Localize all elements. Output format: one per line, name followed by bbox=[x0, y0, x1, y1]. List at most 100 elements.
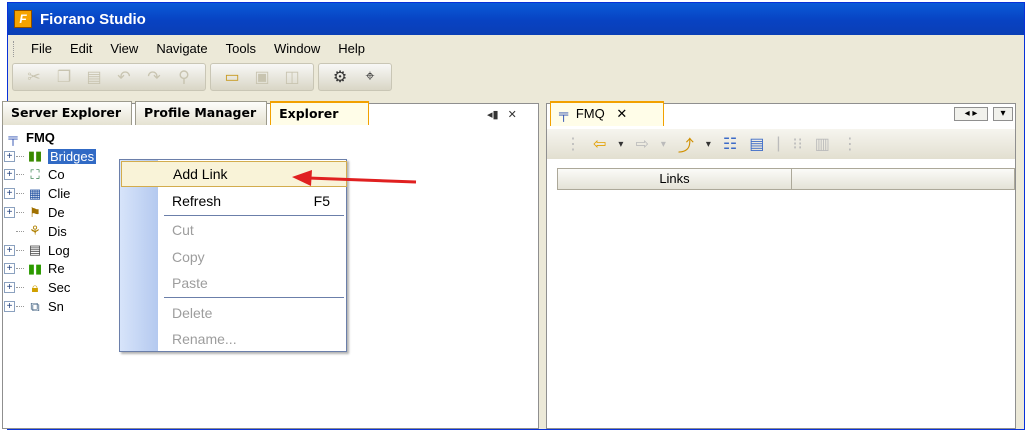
separator-icon: | bbox=[776, 135, 781, 152]
tree-item[interactable]: + 🔒︎ Sec bbox=[4, 278, 96, 297]
menu-window[interactable]: Window bbox=[265, 41, 329, 56]
repository-icon: ▮▮ bbox=[27, 260, 43, 276]
tree-item[interactable]: + ⚑ De bbox=[4, 203, 96, 222]
client-icon: ▦ bbox=[28, 185, 42, 201]
tree-item-label: Sec bbox=[48, 280, 71, 296]
up-dropdown-icon[interactable]: ▾ bbox=[706, 139, 711, 150]
tree-item-label: Bridges bbox=[48, 148, 97, 164]
tab-explorer[interactable]: Explorer bbox=[270, 101, 370, 125]
toolbar-grip-icon: ⋮ bbox=[565, 136, 581, 153]
find-icon[interactable]: ⚲ bbox=[173, 66, 195, 88]
log-icon: ▤ bbox=[28, 242, 42, 258]
inspect-icon[interactable]: ⌖ bbox=[359, 66, 381, 88]
column-header-empty[interactable] bbox=[791, 168, 1015, 190]
menu-bar: File Edit View Navigate Tools Window Hel… bbox=[8, 35, 1024, 62]
security-icon: 🔒︎ bbox=[31, 279, 39, 295]
toolbar-end-grip-icon: ⋮ bbox=[841, 136, 858, 153]
tab-fmq[interactable]: ╤ FMQ ✕ bbox=[550, 101, 664, 126]
dispatcher-icon: ⚘ bbox=[29, 223, 41, 239]
tree-item[interactable]: + ▦ Clie bbox=[4, 184, 96, 203]
expand-icon[interactable]: + bbox=[4, 150, 15, 162]
tree-item[interactable]: + ⛶ Co bbox=[4, 166, 96, 185]
minimize-panel-icon[interactable]: ◂▮ bbox=[487, 109, 499, 121]
menu-item-cut[interactable]: Cut bbox=[158, 217, 346, 243]
editor-toolbar: ⋮ ⇦ ▾ ⇨ ▾ ⤴ ▾ ☷ ▤ | ⁝⁝ ▥ ⋮ bbox=[547, 129, 1015, 159]
expand-icon[interactable]: + bbox=[4, 207, 15, 219]
expand-icon[interactable]: + bbox=[4, 263, 15, 275]
tree-item-label: Re bbox=[48, 261, 65, 277]
menu-item-rename[interactable]: Rename... bbox=[158, 326, 346, 352]
title-bar[interactable]: F Fiorano Studio bbox=[8, 3, 1024, 35]
tree-root[interactable]: ╤ FMQ bbox=[4, 128, 96, 147]
expand-icon[interactable]: + bbox=[4, 301, 15, 313]
menu-view[interactable]: View bbox=[101, 41, 147, 56]
connection-icon: ⛶ bbox=[30, 166, 40, 182]
window-title: Fiorano Studio bbox=[40, 10, 146, 28]
debug-icon[interactable]: ⚙ bbox=[329, 66, 351, 88]
menu-tools[interactable]: Tools bbox=[217, 41, 265, 56]
panel-controls: ◂▮ ✕ bbox=[487, 108, 517, 121]
tab-list-dropdown-icon[interactable]: ▾ bbox=[993, 107, 1013, 121]
details-view-icon[interactable]: ▤ bbox=[749, 134, 764, 154]
destination-icon: ⚑ bbox=[29, 204, 41, 220]
list-view-icon[interactable]: ☷ bbox=[723, 134, 737, 154]
small-icons-view-icon[interactable]: ⁝⁝ bbox=[793, 134, 803, 154]
back-icon[interactable]: ⇦ bbox=[593, 134, 606, 154]
tree-item-label: Clie bbox=[48, 186, 71, 202]
menu-item-paste[interactable]: Paste bbox=[158, 270, 346, 296]
snooper-icon: ⧉ bbox=[30, 298, 40, 314]
tree-item[interactable]: + ▮▮ Bridges bbox=[4, 147, 97, 166]
toolbar-group-file: ▭ ▣ ◫ bbox=[210, 63, 314, 91]
expand-icon[interactable]: + bbox=[4, 244, 15, 256]
forward-dropdown-icon[interactable]: ▾ bbox=[661, 139, 666, 150]
forward-icon[interactable]: ⇨ bbox=[635, 134, 648, 154]
expand-icon[interactable]: + bbox=[4, 282, 15, 294]
menu-divider bbox=[164, 297, 344, 298]
open-folder-icon[interactable]: ▭ bbox=[221, 66, 243, 88]
menu-file[interactable]: File bbox=[22, 41, 61, 56]
tab-scroll-icon[interactable]: ◂ ▸ bbox=[954, 107, 988, 121]
menu-item-copy[interactable]: Copy bbox=[158, 244, 346, 270]
save-all-icon[interactable]: ◫ bbox=[281, 66, 303, 88]
fmq-tab-icon: ╤ bbox=[559, 106, 569, 121]
menu-navigate[interactable]: Navigate bbox=[147, 41, 216, 56]
copy-icon[interactable]: ❐ bbox=[53, 66, 75, 88]
menu-edit[interactable]: Edit bbox=[61, 41, 101, 56]
tree-item-label: Log bbox=[48, 242, 70, 258]
fiorano-logo-icon: F bbox=[14, 10, 32, 28]
cut-icon[interactable]: ✂ bbox=[23, 66, 45, 88]
main-toolbar: ✂ ❐ ▤ ↶ ↷ ⚲ ▭ ▣ ◫ ⚙ ⌖ bbox=[12, 62, 396, 92]
tree-item[interactable]: ⚘ Dis bbox=[4, 222, 96, 241]
undo-icon[interactable]: ↶ bbox=[113, 66, 135, 88]
paste-icon[interactable]: ▤ bbox=[83, 66, 105, 88]
menu-item-label: Refresh bbox=[172, 193, 222, 209]
toolbar-group-edit: ✂ ❐ ▤ ↶ ↷ ⚲ bbox=[12, 63, 206, 91]
menu-divider bbox=[164, 215, 344, 216]
bridge-icon: ▮▮ bbox=[27, 148, 43, 164]
tree-item[interactable]: + ▮▮ Re bbox=[4, 260, 96, 279]
expand-icon[interactable]: + bbox=[4, 188, 15, 200]
tab-server-explorer[interactable]: Server Explorer bbox=[2, 101, 133, 125]
close-panel-icon[interactable]: ✕ bbox=[508, 109, 517, 121]
tree-item-label: Co bbox=[48, 167, 65, 183]
save-icon[interactable]: ▣ bbox=[251, 66, 273, 88]
pointer-arrow-icon bbox=[292, 170, 417, 186]
column-header-links[interactable]: Links bbox=[557, 168, 792, 190]
up-folder-icon[interactable]: ⤴ bbox=[678, 132, 694, 156]
close-tab-icon[interactable]: ✕ bbox=[616, 106, 627, 121]
tab-profile-manager[interactable]: Profile Manager bbox=[135, 101, 268, 125]
back-dropdown-icon[interactable]: ▾ bbox=[618, 139, 623, 150]
expand-icon[interactable]: + bbox=[4, 169, 15, 181]
menu-help[interactable]: Help bbox=[329, 41, 374, 56]
tree-item-label: Dis bbox=[48, 223, 67, 239]
redo-icon[interactable]: ↷ bbox=[143, 66, 165, 88]
toolbar-group-debug: ⚙ ⌖ bbox=[318, 63, 392, 91]
tree-item-label: Sn bbox=[48, 299, 64, 315]
menu-item-delete[interactable]: Delete bbox=[158, 300, 346, 326]
tree-item[interactable]: + ▤ Log bbox=[4, 241, 96, 260]
tree-item[interactable]: + ⧉ Sn bbox=[4, 297, 96, 316]
menu-item-refresh[interactable]: Refresh F5 bbox=[158, 188, 346, 214]
tiles-view-icon[interactable]: ▥ bbox=[815, 134, 830, 154]
explorer-tree: ╤ FMQ + ▮▮ Bridges + ⛶ Co + ▦ Clie + ⚑ D… bbox=[4, 128, 97, 316]
fmq-server-icon: ╤ bbox=[8, 129, 18, 145]
